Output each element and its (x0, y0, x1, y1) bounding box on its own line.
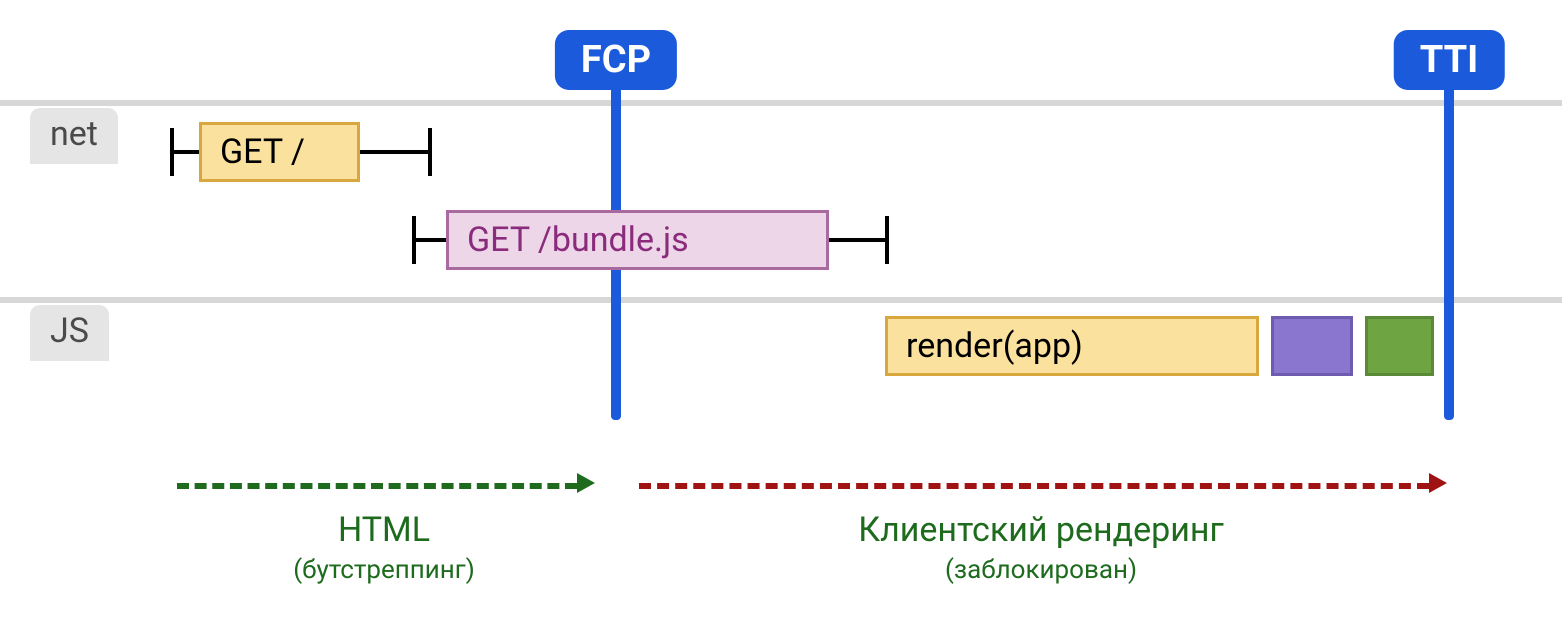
get-root-box: GET / (199, 122, 360, 182)
tti-marker-badge: TTI (1394, 30, 1505, 90)
purple-block (1271, 316, 1353, 376)
html-phase-title: HTML (338, 510, 430, 550)
get-root-label: GET / (220, 132, 305, 172)
get-bundle-cap-right (885, 216, 889, 264)
get-bundle-box: GET /bundle.js (446, 210, 829, 270)
get-root-cap-right (428, 128, 432, 176)
net-track-label: net (30, 108, 118, 164)
html-phase-subtitle: (бутстреппинг) (293, 555, 475, 585)
get-root-cap-left (170, 128, 174, 176)
client-phase-arrow (639, 483, 1429, 489)
client-phase-arrowhead (1429, 473, 1447, 493)
render-app-box: render(app) (885, 316, 1259, 376)
fcp-marker-badge: FCP (555, 30, 677, 90)
net-track-line (0, 100, 1562, 106)
get-bundle-label: GET /bundle.js (467, 220, 689, 260)
get-bundle-cap-left (412, 216, 416, 264)
tti-marker-line (1444, 84, 1454, 420)
render-app-label: render(app) (906, 326, 1083, 366)
client-phase-subtitle: (заблокирован) (945, 555, 1137, 585)
html-phase-arrow (177, 483, 577, 489)
html-phase-arrowhead (577, 473, 595, 493)
js-track-line (0, 297, 1562, 303)
js-track-label: JS (30, 305, 109, 361)
green-block (1365, 316, 1434, 376)
timeline-diagram: net JS FCP TTI GET / GET /bundle.js rend… (0, 0, 1562, 628)
client-phase-title: Клиентский рендеринг (858, 510, 1224, 550)
